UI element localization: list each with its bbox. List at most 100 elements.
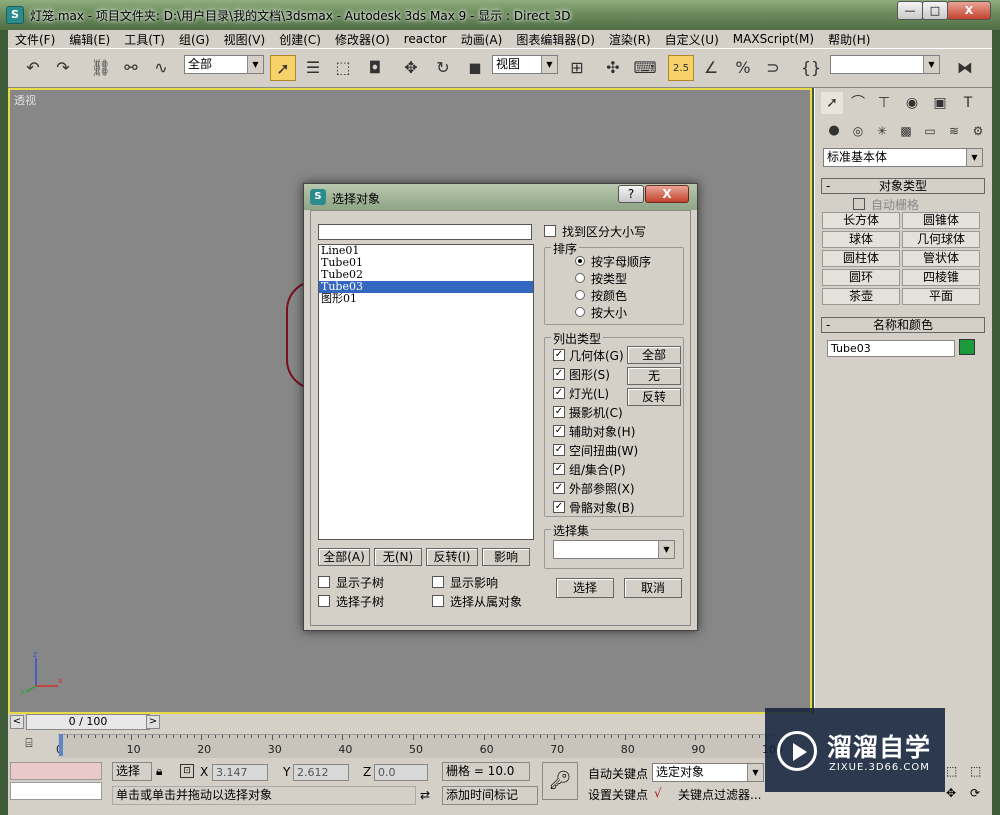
torus-button[interactable]: 圆环 xyxy=(822,269,900,286)
select-dependents-checkbox[interactable] xyxy=(432,595,444,607)
menu-help[interactable]: 帮助(H) xyxy=(821,31,877,48)
menu-rendering[interactable]: 渲染(R) xyxy=(602,31,658,48)
list-item[interactable]: 图形01 xyxy=(319,293,533,305)
geometry-icon[interactable]: ● xyxy=(823,120,845,142)
menu-reactor[interactable]: reactor xyxy=(397,32,454,46)
motion-tab-icon[interactable]: ◉ xyxy=(901,92,923,114)
cameras-icon[interactable]: ▩ xyxy=(895,120,917,142)
mirror-icon[interactable]: ⧓ xyxy=(952,55,978,81)
xrefs-checkbox[interactable]: ✓ xyxy=(553,482,565,494)
named-selection-dropdown[interactable]: ▼ xyxy=(830,55,940,74)
category-dropdown[interactable]: 标准基本体 ▼ xyxy=(823,148,983,167)
maximize-button[interactable]: □ xyxy=(922,1,948,20)
angle-snap-icon[interactable]: ∠ xyxy=(698,55,724,81)
x-coord-input[interactable]: 3.147 xyxy=(212,764,268,781)
pyramid-button[interactable]: 四棱锥 xyxy=(902,269,980,286)
cylinder-button[interactable]: 圆柱体 xyxy=(822,250,900,267)
keyboard-shortcut-icon[interactable]: ⌨ xyxy=(632,55,658,81)
pan-icon[interactable]: ✥ xyxy=(946,786,962,802)
sort-alpha-radio[interactable] xyxy=(575,256,585,266)
menu-file[interactable]: 文件(F) xyxy=(8,31,62,48)
cameras-checkbox[interactable]: ✓ xyxy=(553,406,565,418)
plane-button[interactable]: 平面 xyxy=(902,288,980,305)
select-ok-button[interactable]: 选择 xyxy=(556,578,614,598)
cancel-button[interactable]: 取消 xyxy=(624,578,682,598)
bind-spacewarp-icon[interactable]: ∿ xyxy=(148,55,174,81)
set-key-button[interactable]: 设置关键点 xyxy=(588,786,648,803)
window-crossing-icon[interactable]: ◘ xyxy=(362,55,388,81)
selection-set-dropdown[interactable]: ▼ xyxy=(553,540,675,559)
teapot-button[interactable]: 茶壶 xyxy=(822,288,900,305)
shapes-checkbox[interactable]: ✓ xyxy=(553,368,565,380)
list-all-button[interactable]: 全部(A) xyxy=(318,548,370,566)
zoom-all-icon[interactable]: ⬚ xyxy=(970,764,986,780)
sort-color-radio[interactable] xyxy=(575,290,585,300)
app-icon[interactable]: S xyxy=(6,6,24,24)
dialog-titlebar[interactable]: S 选择对象 ? X xyxy=(304,184,697,210)
curve-editor-icon[interactable]: ⌸ xyxy=(18,736,40,754)
snap-toggle-icon[interactable]: 2.5 xyxy=(668,55,694,81)
object-type-rollout[interactable]: - 对象类型 xyxy=(821,178,985,194)
spacewarps-icon[interactable]: ≋ xyxy=(943,120,965,142)
select-by-name-icon[interactable]: ☰ xyxy=(300,55,326,81)
list-none-button[interactable]: 无(N) xyxy=(374,548,422,566)
time-cursor[interactable] xyxy=(59,734,63,756)
close-button[interactable]: X xyxy=(947,1,991,20)
link-icon[interactable]: ⛓ xyxy=(88,55,114,81)
chevron-right-icon[interactable]: > xyxy=(146,715,160,729)
auto-key-button[interactable]: 自动关键点 xyxy=(588,765,648,782)
lights-icon[interactable]: ✳ xyxy=(871,120,893,142)
key-filter-icon[interactable]: √ xyxy=(654,786,662,800)
menu-modifiers[interactable]: 修改器(O) xyxy=(328,31,397,48)
display-tab-icon[interactable]: ▣ xyxy=(929,92,951,114)
lock-icon[interactable]: 🔒︎ xyxy=(156,764,162,779)
geosphere-button[interactable]: 几何球体 xyxy=(902,231,980,248)
helpers-checkbox[interactable]: ✓ xyxy=(553,425,565,437)
utilities-tab-icon[interactable]: T xyxy=(957,92,979,114)
help-button[interactable]: ? xyxy=(618,185,644,203)
selection-filter-dropdown[interactable]: 全部 ▼ xyxy=(184,55,264,74)
redo-icon[interactable]: ↷ xyxy=(50,55,76,81)
reference-coord-dropdown[interactable]: 视图 ▼ xyxy=(492,55,558,74)
object-name-input[interactable]: Tube03 xyxy=(827,340,955,357)
move-icon[interactable]: ✥ xyxy=(398,55,424,81)
lights-checkbox[interactable]: ✓ xyxy=(553,387,565,399)
box-button[interactable]: 长方体 xyxy=(822,212,900,229)
show-influences-checkbox[interactable] xyxy=(432,576,444,588)
key-filters-button[interactable]: 关键点过滤器... xyxy=(678,786,761,803)
key-mode-dropdown[interactable]: 选定对象 ▼ xyxy=(652,763,764,782)
percent-snap-icon[interactable]: % xyxy=(730,55,756,81)
key-icon[interactable]: 🔑︎ xyxy=(542,762,578,800)
absolute-mode-icon[interactable]: ⊡ xyxy=(180,764,194,778)
sort-type-radio[interactable] xyxy=(575,273,585,283)
types-none-button[interactable]: 无 xyxy=(627,367,681,385)
pivot-center-icon[interactable]: ⊞ xyxy=(564,55,590,81)
minimize-button[interactable]: — xyxy=(897,1,923,20)
select-manipulate-icon[interactable]: ✣ xyxy=(600,55,626,81)
menu-tools[interactable]: 工具(T) xyxy=(117,31,172,48)
menu-views[interactable]: 视图(V) xyxy=(217,31,273,48)
create-tab-icon[interactable]: ➚ xyxy=(821,92,843,114)
menu-customize[interactable]: 自定义(U) xyxy=(658,31,726,48)
hierarchy-tab-icon[interactable]: ⊤ xyxy=(873,92,895,114)
case-sensitive-checkbox[interactable] xyxy=(544,225,556,237)
select-subtree-checkbox[interactable] xyxy=(318,595,330,607)
menu-group[interactable]: 组(G) xyxy=(172,31,217,48)
cone-button[interactable]: 圆锥体 xyxy=(902,212,980,229)
rect-selection-icon[interactable]: ⬚ xyxy=(330,55,356,81)
undo-icon[interactable]: ↶ xyxy=(20,55,46,81)
maxscript-input[interactable] xyxy=(10,782,102,800)
object-color-swatch[interactable] xyxy=(959,339,975,355)
menu-graph-editors[interactable]: 图表编辑器(D) xyxy=(509,31,602,48)
types-invert-button[interactable]: 反转 xyxy=(627,388,681,406)
modify-tab-icon[interactable]: ⌒ xyxy=(847,92,869,114)
geometry-checkbox[interactable]: ✓ xyxy=(553,349,565,361)
maxscript-listener[interactable] xyxy=(10,762,102,780)
edit-named-selection-icon[interactable]: {} xyxy=(798,55,824,81)
rotate-icon[interactable]: ↻ xyxy=(430,55,456,81)
autogrid-checkbox[interactable] xyxy=(853,198,865,210)
types-all-button[interactable]: 全部 xyxy=(627,346,681,364)
helpers-icon[interactable]: ▭ xyxy=(919,120,941,142)
scale-icon[interactable]: ◼ xyxy=(462,55,488,81)
spinner-snap-icon[interactable]: ⊃ xyxy=(760,55,786,81)
